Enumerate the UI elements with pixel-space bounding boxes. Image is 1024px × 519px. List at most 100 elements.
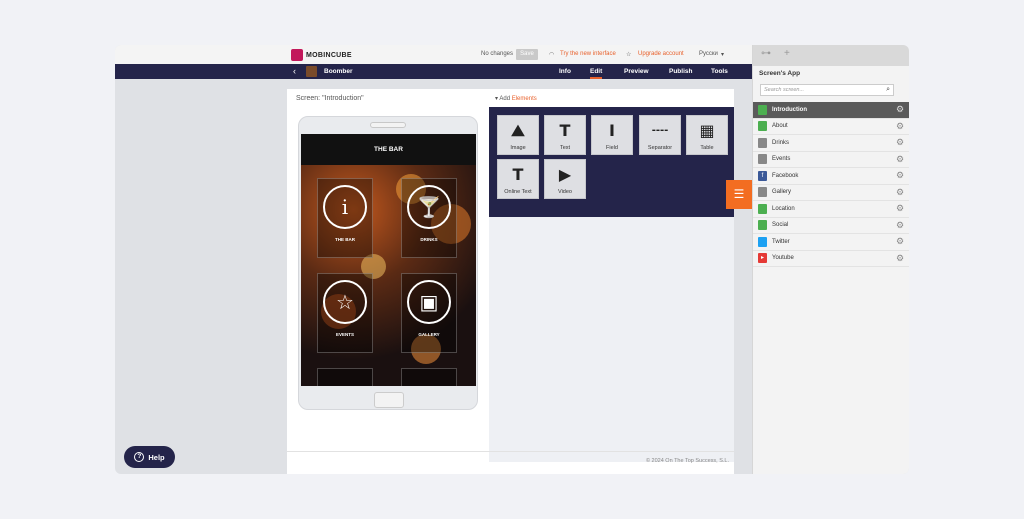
element-video-button[interactable]: ▶ Video [544, 159, 586, 199]
element-label: Separator [647, 145, 673, 151]
tab-preview[interactable]: Preview [624, 68, 649, 75]
text-icon: T [559, 121, 571, 140]
table-icon: ▦ [699, 121, 715, 140]
screen-item-about[interactable]: About ⚙ [753, 119, 909, 135]
help-button[interactable]: ? Help [124, 446, 175, 468]
screen-item-location[interactable]: Location ⚙ [753, 201, 909, 218]
gear-icon[interactable]: ⚙ [896, 236, 906, 247]
facebook-icon: f [758, 170, 767, 181]
screens-sidebar: ⊶ + Screen's App Search screen... ⌕ Intr… [752, 45, 909, 474]
list-icon [758, 137, 767, 148]
new-interface-link[interactable]: Try the new interface [560, 51, 616, 57]
star-icon: ☆ [626, 52, 632, 58]
separator-icon: ---- [651, 125, 669, 136]
element-table-button[interactable]: ▦ Table [686, 115, 728, 155]
tab-edit[interactable]: Edit [590, 68, 603, 79]
language-select[interactable]: Русски [699, 51, 718, 57]
add-elements-toggle[interactable]: ▾ Add Elements [495, 95, 537, 102]
element-text-button[interactable]: T Text [544, 115, 586, 155]
gear-icon[interactable]: ⚙ [896, 253, 906, 264]
screen-item-label: Gallery [772, 189, 792, 196]
element-label: Image [510, 145, 526, 151]
gear-icon[interactable]: ⚙ [896, 203, 906, 214]
image-icon: ⛰ [511, 121, 525, 140]
element-online-text-button[interactable]: T Online Text [497, 159, 539, 199]
screen-item-introduction[interactable]: Introduction ⚙ [753, 102, 909, 119]
tile-label: EVENTS [335, 332, 354, 337]
gear-icon[interactable]: ⚙ [896, 170, 906, 181]
screen-icon [758, 104, 767, 115]
chevron-down-icon[interactable]: ▾ [721, 51, 724, 58]
element-image-button[interactable]: ⛰ Image [497, 115, 539, 155]
screen-item-youtube[interactable]: ▸ Youtube ⚙ [753, 251, 909, 267]
logo-text: MOBINCUBE [306, 51, 352, 59]
gear-icon[interactable]: ⚙ [896, 154, 906, 165]
element-separator-button[interactable]: ---- Separator [639, 115, 681, 155]
logo[interactable]: MOBINCUBE [291, 49, 352, 61]
tile-drinks[interactable]: 🍸 DRINKS [401, 178, 457, 258]
screen-icon [758, 220, 767, 231]
app-name: Boomber [324, 68, 353, 75]
screen-item-label: About [772, 123, 788, 130]
screen-item-label: Drinks [772, 139, 790, 146]
screen-item-gallery[interactable]: Gallery ⚙ [753, 185, 909, 201]
screen-item-label: Social [772, 222, 789, 229]
save-status: No changes [481, 51, 514, 57]
screen-item-events[interactable]: Events ⚙ [753, 152, 909, 168]
screen-item-label: Twitter [772, 238, 790, 245]
properties-area [489, 217, 734, 462]
sidebar-toolbar: ⊶ + [753, 45, 909, 66]
element-label: Field [606, 145, 618, 151]
add-screen-icon[interactable]: + [784, 48, 790, 59]
screen-item-facebook[interactable]: f Facebook ⚙ [753, 168, 909, 185]
tile-partial[interactable] [317, 368, 373, 386]
copyright-text: © 2024 On The Top Success, S.L. [645, 458, 729, 464]
search-screen-input[interactable]: Search screen... ⌕ [760, 84, 894, 96]
app-window: MOBINCUBE No changes Save ◠ Try the new … [115, 45, 909, 474]
mobincube-logo-icon [291, 49, 303, 61]
tile-events[interactable]: ☆ EVENTS [317, 273, 373, 353]
screen-item-twitter[interactable]: Twitter ⚙ [753, 234, 909, 251]
tab-tools[interactable]: Tools [711, 68, 728, 75]
gear-icon[interactable]: ⚙ [896, 137, 906, 148]
gear-icon[interactable]: ⚙ [896, 220, 906, 231]
screen-item-social[interactable]: Social ⚙ [753, 218, 909, 234]
tile-label: DRINKS [420, 237, 438, 242]
youtube-icon: ▸ [758, 253, 767, 264]
screen-item-drinks[interactable]: Drinks ⚙ [753, 135, 909, 152]
tile-partial[interactable] [401, 368, 457, 386]
phone-preview: THE BAR i THE BAR 🍸 DRINKS ☆ EVENTS ▣ GA… [298, 116, 478, 410]
top-bar: MOBINCUBE No changes Save ◠ Try the new … [115, 45, 752, 64]
info-icon: i [323, 185, 367, 229]
phone-screen[interactable]: THE BAR i THE BAR 🍸 DRINKS ☆ EVENTS ▣ GA… [301, 134, 476, 386]
element-label: Video [558, 189, 572, 195]
element-label: Table [700, 145, 714, 151]
gear-icon[interactable]: ⚙ [896, 104, 906, 115]
gear-icon[interactable]: ⚙ [896, 121, 906, 132]
phone-home-button [374, 392, 404, 408]
video-icon: ▶ [558, 165, 572, 184]
chevron-left-icon[interactable]: ‹ [293, 66, 296, 76]
save-button[interactable]: Save [516, 49, 538, 60]
gear-icon[interactable]: ⚙ [896, 187, 906, 198]
tile-the-bar[interactable]: i THE BAR [317, 178, 373, 258]
tile-gallery[interactable]: ▣ GALLERY [401, 273, 457, 353]
search-icon[interactable]: ⌕ [886, 85, 890, 95]
tree-icon[interactable]: ⊶ [761, 48, 771, 59]
element-label: Online Text [504, 189, 532, 195]
footer-divider [287, 451, 734, 452]
tab-info[interactable]: Info [559, 68, 571, 75]
elements-label: Elements [511, 96, 537, 102]
screen-item-label: Events [772, 156, 791, 163]
upgrade-link[interactable]: Upgrade account [638, 51, 684, 57]
elements-panel: ⛰ Image T Text I Field ---- Separator ▦ … [489, 107, 734, 217]
tab-publish[interactable]: Publish [669, 68, 692, 75]
twitter-icon [758, 236, 767, 247]
element-field-button[interactable]: I Field [591, 115, 633, 155]
star-icon: ☆ [323, 280, 367, 324]
tile-label: GALLERY [418, 332, 440, 337]
editor-panel: Screen: "Introduction" ▾ Add Elements TH… [287, 89, 734, 474]
list-toggle-icon[interactable]: ☰ [726, 180, 752, 209]
screen-item-label: Introduction [772, 106, 807, 113]
element-label: Text [559, 145, 571, 151]
